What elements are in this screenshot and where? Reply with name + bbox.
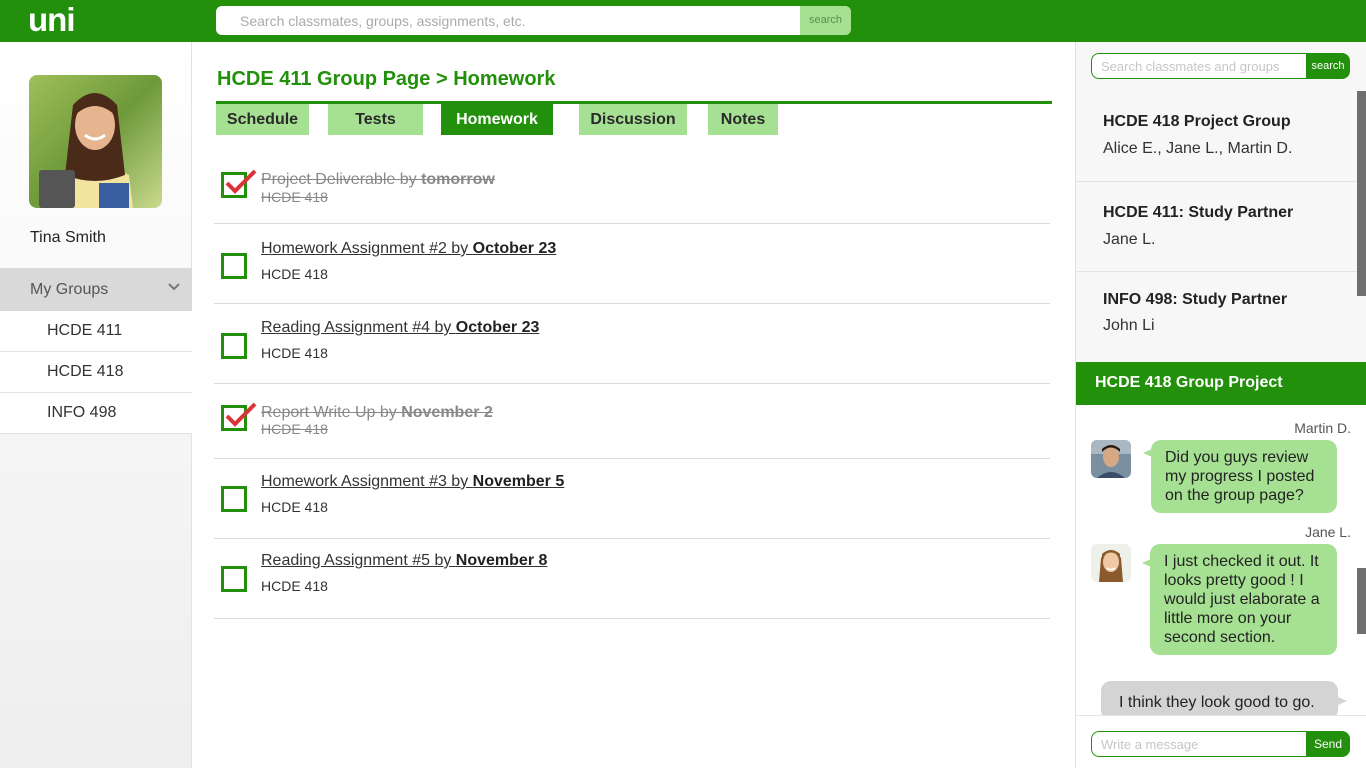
message-bubble-own: I think they look good to go. xyxy=(1101,681,1338,715)
my-groups-label: My Groups xyxy=(30,281,109,298)
global-search-button[interactable]: search xyxy=(800,6,851,35)
homework-due: October 23 xyxy=(455,319,540,336)
homework-due: November 5 xyxy=(472,473,565,490)
bubble-tail xyxy=(1338,697,1347,705)
homework-course: HCDE 418 xyxy=(261,421,328,437)
tab-tests[interactable]: Tests xyxy=(328,104,423,135)
homework-due: November 8 xyxy=(455,552,548,569)
sender-avatar[interactable] xyxy=(1091,544,1131,582)
homework-course: HCDE 418 xyxy=(261,266,328,282)
homework-item: Report Write Up by November 2 HCDE 418 xyxy=(214,384,1050,459)
checkmark-icon xyxy=(225,169,257,194)
tab-discussion[interactable]: Discussion xyxy=(579,104,687,135)
contact-search: search xyxy=(1091,53,1350,79)
chat-header[interactable]: HCDE 418 Group Project xyxy=(1076,362,1366,405)
homework-item: Homework Assignment #3 by November 5 HCD… xyxy=(214,459,1050,539)
homework-course: HCDE 418 xyxy=(261,189,328,205)
global-search-input[interactable] xyxy=(216,6,800,35)
contact-title: HCDE 418 Project Group xyxy=(1103,113,1291,130)
contact-item[interactable]: HCDE 411: Study Partner Jane L. xyxy=(1076,182,1357,272)
homework-title: Reading Assignment #5 by xyxy=(261,552,456,569)
my-groups-toggle[interactable]: My Groups xyxy=(0,268,192,311)
homework-course: HCDE 418 xyxy=(261,499,328,515)
homework-title-link[interactable]: Homework Assignment #3 by November 5 xyxy=(261,473,564,491)
homework-checkbox[interactable] xyxy=(221,169,257,198)
message-bubble: I just checked it out. It looks pretty g… xyxy=(1150,544,1337,655)
contact-item[interactable]: INFO 498: Study Partner John Li xyxy=(1076,272,1357,362)
homework-course: HCDE 418 xyxy=(261,578,328,594)
homework-item: Project Deliverable by tomorrow HCDE 418 xyxy=(214,152,1050,224)
right-panel: search HCDE 418 Project Group Alice E., … xyxy=(1075,42,1366,768)
homework-checkbox[interactable] xyxy=(221,333,247,359)
homework-checkbox[interactable] xyxy=(221,566,247,592)
sidebar-group-info-498[interactable]: INFO 498 xyxy=(0,393,192,434)
homework-title-link[interactable]: Report Write Up by November 2 xyxy=(261,404,493,422)
tab-homework[interactable]: Homework xyxy=(441,104,553,135)
group-label: INFO 498 xyxy=(47,404,117,421)
chat-title: HCDE 418 Group Project xyxy=(1095,374,1283,391)
bubble-tail xyxy=(1143,449,1152,457)
homework-checkbox[interactable] xyxy=(221,253,247,279)
homework-item: Homework Assignment #2 by October 23 HCD… xyxy=(214,224,1050,304)
homework-title: Homework Assignment #3 by xyxy=(261,473,473,490)
contacts-scrollbar[interactable] xyxy=(1357,91,1366,296)
contact-item[interactable]: HCDE 418 Project Group Alice E., Jane L.… xyxy=(1076,90,1357,182)
contact-subtitle: Alice E., Jane L., Martin D. xyxy=(1103,140,1293,157)
homework-title: Report Write Up by xyxy=(261,404,402,421)
message-composer: Send xyxy=(1076,715,1366,768)
homework-checkbox[interactable] xyxy=(221,486,247,512)
message-sender: Jane L. xyxy=(1305,524,1351,540)
homework-due: tomorrow xyxy=(421,171,495,188)
homework-title-link[interactable]: Project Deliverable by tomorrow xyxy=(261,171,495,189)
homework-due: November 2 xyxy=(401,404,493,421)
contact-search-input[interactable] xyxy=(1091,53,1309,79)
chat-scrollbar[interactable] xyxy=(1357,568,1366,634)
page-title: HCDE 411 Group Page > Homework xyxy=(217,68,556,90)
homework-title-link[interactable]: Homework Assignment #2 by October 23 xyxy=(261,240,556,258)
app-logo[interactable]: uni xyxy=(28,0,75,40)
contact-title: INFO 498: Study Partner xyxy=(1103,291,1288,308)
message-bubble: Did you guys review my progress I posted… xyxy=(1151,440,1337,513)
bubble-tail xyxy=(1142,559,1151,567)
contact-title: HCDE 411: Study Partner xyxy=(1103,204,1294,221)
group-label: HCDE 411 xyxy=(47,322,123,339)
sidebar-group-hcde-418[interactable]: HCDE 418 xyxy=(0,352,192,393)
homework-item: Reading Assignment #4 by October 23 HCDE… xyxy=(214,304,1050,384)
global-search: search xyxy=(216,6,851,35)
homework-course: HCDE 418 xyxy=(261,345,328,361)
homework-title-link[interactable]: Reading Assignment #4 by October 23 xyxy=(261,319,539,337)
message-input[interactable] xyxy=(1091,731,1309,757)
send-button[interactable]: Send xyxy=(1306,731,1350,757)
chevron-down-icon xyxy=(168,283,180,291)
checkmark-icon xyxy=(225,402,257,427)
homework-due: October 23 xyxy=(472,240,557,257)
sidebar-group-hcde-411[interactable]: HCDE 411 xyxy=(0,311,192,352)
tab-schedule[interactable]: Schedule xyxy=(216,104,309,135)
group-label: HCDE 418 xyxy=(47,363,124,380)
tab-notes[interactable]: Notes xyxy=(708,104,778,135)
contact-subtitle: Jane L. xyxy=(1103,231,1156,248)
homework-title: Project Deliverable by xyxy=(261,171,422,188)
sender-avatar[interactable] xyxy=(1091,440,1131,478)
homework-title-link[interactable]: Reading Assignment #5 by November 8 xyxy=(261,552,547,570)
profile-name[interactable]: Tina Smith xyxy=(30,229,106,247)
homework-title: Reading Assignment #4 by xyxy=(261,319,456,336)
left-sidebar: Tina Smith My Groups HCDE 411 HCDE 418 I… xyxy=(0,42,192,768)
contact-search-button[interactable]: search xyxy=(1306,53,1350,79)
homework-item: Reading Assignment #5 by November 8 HCDE… xyxy=(214,539,1050,619)
profile-avatar[interactable] xyxy=(29,75,162,208)
homework-checkbox[interactable] xyxy=(221,402,257,431)
top-bar: uni search xyxy=(0,0,1366,42)
message-sender: Martin D. xyxy=(1294,420,1351,436)
homework-title: Homework Assignment #2 by xyxy=(261,240,473,257)
chat-messages: Martin D. Did you guys review my progres… xyxy=(1076,405,1366,715)
contact-subtitle: John Li xyxy=(1103,317,1155,334)
